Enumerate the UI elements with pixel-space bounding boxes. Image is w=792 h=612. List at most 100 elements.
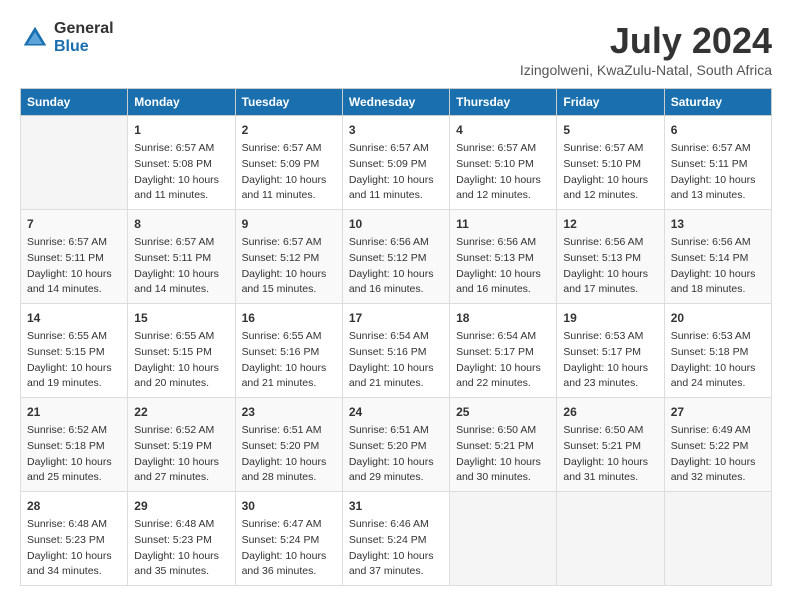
sunset-text: Sunset: 5:13 PM xyxy=(456,251,550,267)
day-number: 25 xyxy=(456,403,550,421)
calendar-cell xyxy=(21,116,128,210)
calendar-cell xyxy=(664,492,771,586)
day-info: Sunrise: 6:53 AMSunset: 5:17 PMDaylight:… xyxy=(563,329,657,392)
sunrise-text: Sunrise: 6:57 AM xyxy=(563,141,657,157)
week-row-3: 14 Sunrise: 6:55 AMSunset: 5:15 PM Dayligh… xyxy=(21,304,772,398)
daylight-text: Daylight: 10 hours and 29 minutes. xyxy=(349,455,443,487)
day-number: 9 xyxy=(242,215,336,233)
calendar-cell: 22Sunrise: 6:52 AMSunset: 5:19 PMDayligh… xyxy=(128,398,235,492)
day-number: 28 xyxy=(27,497,121,515)
day-number: 1 xyxy=(134,121,228,139)
calendar-cell: 16Sunrise: 6:55 AMSunset: 5:16 PMDayligh… xyxy=(235,304,342,398)
day-number: 14 xyxy=(27,309,121,327)
daylight-text: Daylight: 10 hours and 32 minutes. xyxy=(671,455,765,487)
day-number: 4 xyxy=(456,121,550,139)
day-info: Sunrise: 6:54 AMSunset: 5:16 PMDaylight:… xyxy=(349,329,443,392)
header-day-monday: Monday xyxy=(128,89,235,116)
sunset-text: Sunset: 5:21 PM xyxy=(456,439,550,455)
daylight-text: Daylight: 10 hours and 36 minutes. xyxy=(242,549,336,581)
calendar-cell: 29 Sunrise: 6:48 AMSunset: 5:23 PMDayligh… xyxy=(128,492,235,586)
calendar-cell: 10Sunrise: 6:56 AMSunset: 5:12 PMDayligh… xyxy=(342,210,449,304)
day-number: 20 xyxy=(671,309,765,327)
day-number: 15 xyxy=(134,309,228,327)
sunset-text: Sunset: 5:09 PM xyxy=(242,157,336,173)
sunset-text: Sunset: 5:17 PM xyxy=(563,345,657,361)
sunset-text: Sunset: 5:13 PM xyxy=(563,251,657,267)
day-info: Sunrise: 6:48 AMSunset: 5:23 PMDaylight:… xyxy=(134,517,228,580)
sunset-text: Sunset: 5:10 PM xyxy=(563,157,657,173)
calendar-cell: 19Sunrise: 6:53 AMSunset: 5:17 PMDayligh… xyxy=(557,304,664,398)
sunset-text: Sunset: 5:09 PM xyxy=(349,157,443,173)
daylight-text: Daylight: 10 hours and 34 minutes. xyxy=(27,549,121,581)
calendar-cell: 27Sunrise: 6:49 AMSunset: 5:22 PMDayligh… xyxy=(664,398,771,492)
sunset-text: Sunset: 5:16 PM xyxy=(349,345,443,361)
sunset-text: Sunset: 5:18 PM xyxy=(27,439,121,455)
day-info: Sunrise: 6:57 AMSunset: 5:11 PMDaylight:… xyxy=(134,235,228,298)
calendar-cell: 12Sunrise: 6:56 AMSunset: 5:13 PMDayligh… xyxy=(557,210,664,304)
day-number: 23 xyxy=(242,403,336,421)
calendar-cell: 26 Sunrise: 6:50 AMSunset: 5:21 PMDayligh… xyxy=(557,398,664,492)
daylight-text: Daylight: 10 hours and 24 minutes. xyxy=(671,361,765,393)
day-info: Sunrise: 6:57 AMSunset: 5:11 PMDaylight:… xyxy=(27,235,121,298)
day-number: 21 xyxy=(27,403,121,421)
day-number: 6 xyxy=(671,121,765,139)
calendar-cell: 17 Sunrise: 6:54 AMSunset: 5:16 PMDayligh… xyxy=(342,304,449,398)
calendar-cell: 7Sunrise: 6:57 AMSunset: 5:11 PMDaylight… xyxy=(21,210,128,304)
week-row-2: 7Sunrise: 6:57 AMSunset: 5:11 PMDaylight… xyxy=(21,210,772,304)
calendar-cell: 6Sunrise: 6:57 AMSunset: 5:11 PMDaylight… xyxy=(664,116,771,210)
location: Izingolweni, KwaZulu-Natal, South Africa xyxy=(520,62,772,78)
day-number: 29 xyxy=(134,497,228,515)
sunrise-text: Sunrise: 6:50 AM xyxy=(563,423,657,439)
day-number: 30 xyxy=(242,497,336,515)
daylight-text: Daylight: 10 hours and 20 minutes. xyxy=(134,361,228,393)
sunrise-text: Sunrise: 6:54 AM xyxy=(456,329,550,345)
day-number: 3 xyxy=(349,121,443,139)
header-row: SundayMondayTuesdayWednesdayThursdayFrid… xyxy=(21,89,772,116)
day-number: 22 xyxy=(134,403,228,421)
day-number: 5 xyxy=(563,121,657,139)
day-number: 8 xyxy=(134,215,228,233)
header-day-thursday: Thursday xyxy=(450,89,557,116)
day-info: Sunrise: 6:56 AMSunset: 5:13 PMDaylight:… xyxy=(563,235,657,298)
sunrise-text: Sunrise: 6:57 AM xyxy=(242,235,336,251)
day-info: Sunrise: 6:50 AMSunset: 5:21 PMDaylight:… xyxy=(563,423,657,486)
calendar-cell: 30 Sunrise: 6:47 AMSunset: 5:24 PMDayligh… xyxy=(235,492,342,586)
daylight-text: Daylight: 10 hours and 12 minutes. xyxy=(563,173,657,205)
sunset-text: Sunset: 5:11 PM xyxy=(27,251,121,267)
sunset-text: Sunset: 5:11 PM xyxy=(671,157,765,173)
calendar-cell: 3Sunrise: 6:57 AMSunset: 5:09 PMDaylight… xyxy=(342,116,449,210)
sunset-text: Sunset: 5:10 PM xyxy=(456,157,550,173)
daylight-text: Daylight: 10 hours and 35 minutes. xyxy=(134,549,228,581)
sunrise-text: Sunrise: 6:56 AM xyxy=(671,235,765,251)
sunrise-text: Sunrise: 6:57 AM xyxy=(27,235,121,251)
sunrise-text: Sunrise: 6:57 AM xyxy=(456,141,550,157)
day-info: Sunrise: 6:57 AMSunset: 5:10 PMDaylight:… xyxy=(456,141,550,204)
sunset-text: Sunset: 5:11 PM xyxy=(134,251,228,267)
daylight-text: Daylight: 10 hours and 21 minutes. xyxy=(349,361,443,393)
daylight-text: Daylight: 10 hours and 15 minutes. xyxy=(242,267,336,299)
day-info: Sunrise: 6:47 AMSunset: 5:24 PMDaylight:… xyxy=(242,517,336,580)
logo-text: General Blue xyxy=(54,20,114,55)
header-day-friday: Friday xyxy=(557,89,664,116)
header-day-tuesday: Tuesday xyxy=(235,89,342,116)
day-info: Sunrise: 6:56 AMSunset: 5:12 PMDaylight:… xyxy=(349,235,443,298)
sunset-text: Sunset: 5:15 PM xyxy=(27,345,121,361)
day-number: 26 xyxy=(563,403,657,421)
sunrise-text: Sunrise: 6:55 AM xyxy=(27,329,121,345)
calendar-cell: 2Sunrise: 6:57 AMSunset: 5:09 PMDaylight… xyxy=(235,116,342,210)
calendar-cell xyxy=(450,492,557,586)
sunset-text: Sunset: 5:14 PM xyxy=(671,251,765,267)
day-info: Sunrise: 6:56 AMSunset: 5:14 PMDaylight:… xyxy=(671,235,765,298)
sunset-text: Sunset: 5:08 PM xyxy=(134,157,228,173)
calendar-cell: 28Sunrise: 6:48 AMSunset: 5:23 PMDayligh… xyxy=(21,492,128,586)
day-info: Sunrise: 6:56 AMSunset: 5:13 PMDaylight:… xyxy=(456,235,550,298)
sunset-text: Sunset: 5:20 PM xyxy=(349,439,443,455)
daylight-text: Daylight: 10 hours and 37 minutes. xyxy=(349,549,443,581)
sunrise-text: Sunrise: 6:46 AM xyxy=(349,517,443,533)
calendar-cell: 14Sunrise: 6:55 AMSunset: 5:15 PMDayligh… xyxy=(21,304,128,398)
day-number: 31 xyxy=(349,497,443,515)
daylight-text: Daylight: 10 hours and 13 minutes. xyxy=(671,173,765,205)
daylight-text: Daylight: 10 hours and 18 minutes. xyxy=(671,267,765,299)
day-number: 17 xyxy=(349,309,443,327)
day-number: 11 xyxy=(456,215,550,233)
